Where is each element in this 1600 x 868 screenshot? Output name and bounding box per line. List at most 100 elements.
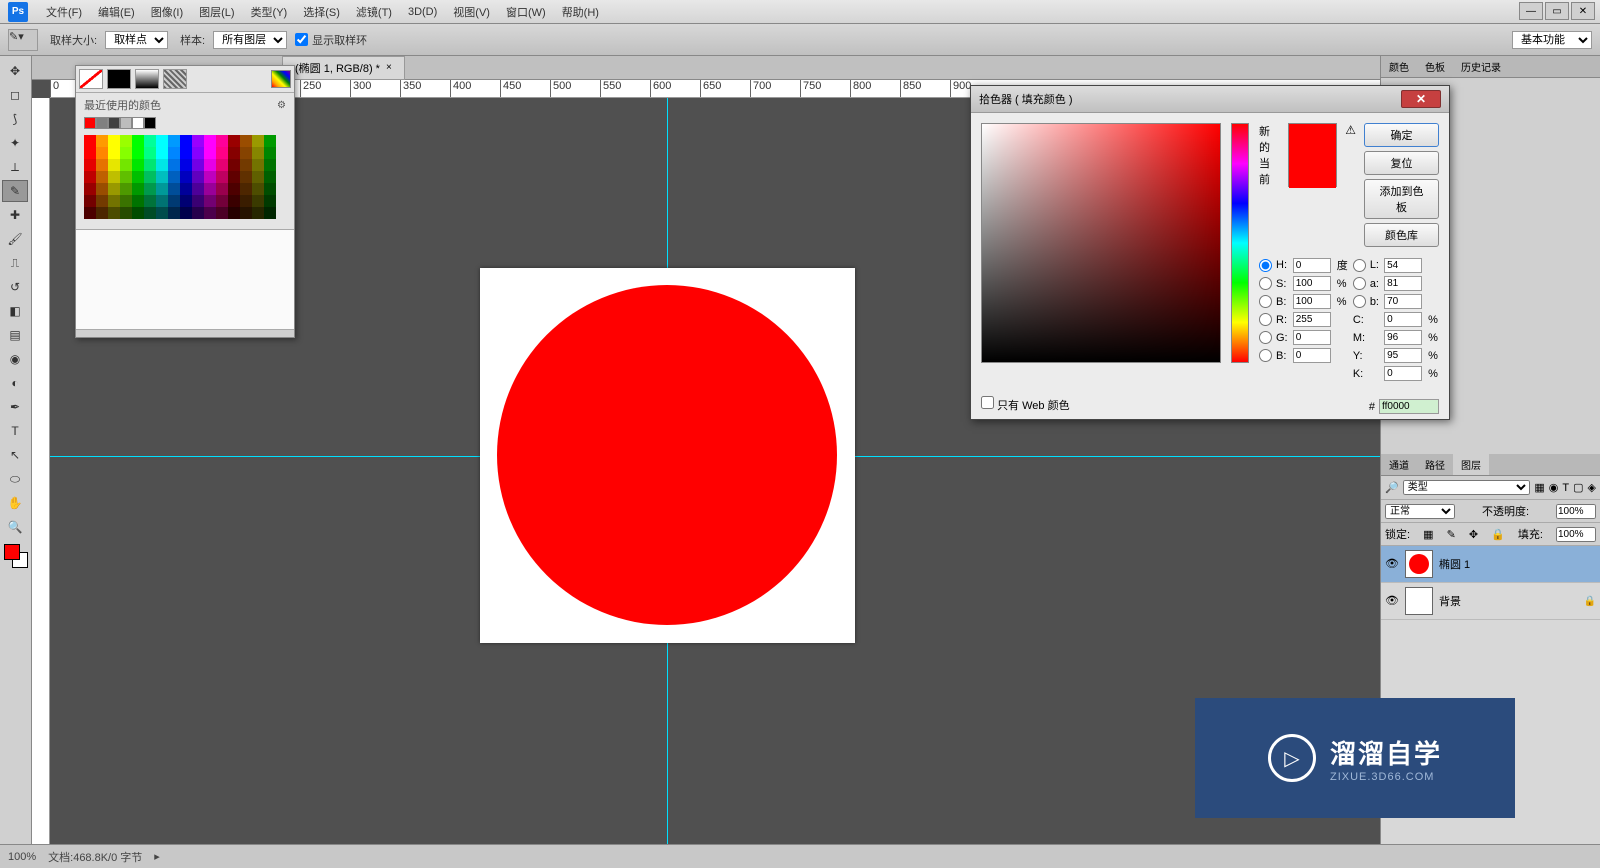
swatch[interactable]	[264, 135, 276, 147]
a-radio[interactable]	[1353, 277, 1366, 290]
swatch[interactable]	[96, 135, 108, 147]
window-minimize[interactable]: —	[1519, 2, 1543, 20]
swatch[interactable]	[120, 159, 132, 171]
show-ring-checkbox[interactable]: 显示取样环	[295, 32, 367, 48]
layer-thumbnail[interactable]	[1405, 587, 1433, 615]
color-swatches[interactable]	[2, 544, 29, 572]
swatch[interactable]	[156, 195, 168, 207]
menu-view[interactable]: 视图(V)	[445, 4, 498, 20]
reset-button[interactable]: 复位	[1364, 151, 1439, 175]
swatch[interactable]	[168, 171, 180, 183]
window-maximize[interactable]: ▭	[1545, 2, 1569, 20]
layer-item[interactable]: 👁 椭圆 1	[1381, 546, 1600, 583]
color-picker-icon[interactable]	[271, 70, 291, 88]
tab-layers[interactable]: 图层	[1453, 454, 1489, 475]
swatch[interactable]	[192, 159, 204, 171]
swatch[interactable]	[180, 195, 192, 207]
eraser-tool[interactable]: ◧	[2, 300, 28, 322]
swatch[interactable]	[180, 135, 192, 147]
pen-tool[interactable]: ✒	[2, 396, 28, 418]
swatch[interactable]	[132, 171, 144, 183]
swatch[interactable]	[108, 117, 120, 129]
menu-edit[interactable]: 编辑(E)	[90, 4, 143, 20]
tab-swatches[interactable]: 色板	[1417, 56, 1453, 77]
menu-help[interactable]: 帮助(H)	[554, 4, 607, 20]
sample-size-select[interactable]: 取样点	[105, 31, 168, 49]
a-input[interactable]	[1384, 276, 1422, 291]
layer-name[interactable]: 背景	[1439, 593, 1461, 609]
swatch[interactable]	[228, 159, 240, 171]
bch-radio[interactable]	[1353, 295, 1366, 308]
gradient-fill-button[interactable]	[135, 69, 159, 89]
swatch[interactable]	[228, 183, 240, 195]
swatch[interactable]	[96, 183, 108, 195]
history-brush-tool[interactable]: ↺	[2, 276, 28, 298]
swatch[interactable]	[180, 207, 192, 219]
swatch[interactable]	[132, 159, 144, 171]
swatch[interactable]	[144, 171, 156, 183]
chevron-right-icon[interactable]: ▸	[154, 850, 160, 863]
swatch[interactable]	[204, 171, 216, 183]
swatch[interactable]	[252, 147, 264, 159]
k-input[interactable]	[1384, 366, 1422, 381]
swatch[interactable]	[264, 183, 276, 195]
swatch[interactable]	[156, 207, 168, 219]
swatch[interactable]	[192, 183, 204, 195]
swatch[interactable]	[144, 159, 156, 171]
bch-input[interactable]	[1384, 294, 1422, 309]
visibility-icon[interactable]: 👁	[1385, 594, 1399, 608]
marquee-tool[interactable]: ◻	[2, 84, 28, 106]
swatch[interactable]	[108, 207, 120, 219]
swatch[interactable]	[120, 171, 132, 183]
swatch[interactable]	[84, 207, 96, 219]
swatch[interactable]	[120, 183, 132, 195]
menu-3d[interactable]: 3D(D)	[400, 6, 445, 18]
opacity-input[interactable]	[1556, 504, 1596, 519]
bch2-input[interactable]	[1293, 348, 1331, 363]
color-picker-dialog[interactable]: 拾色器 ( 填充颜色 ) ✕ 新的 当前 ⚠ 确定 复位 添加到色板	[970, 85, 1450, 420]
swatch[interactable]	[168, 183, 180, 195]
menu-file[interactable]: 文件(F)	[38, 4, 90, 20]
show-ring-input[interactable]	[295, 33, 308, 46]
swatch[interactable]	[228, 171, 240, 183]
color-lib-button[interactable]: 颜色库	[1364, 223, 1439, 247]
b-radio[interactable]	[1259, 295, 1272, 308]
canvas[interactable]	[480, 268, 855, 643]
swatch[interactable]	[264, 207, 276, 219]
swatch[interactable]	[96, 171, 108, 183]
wand-tool[interactable]: ✦	[2, 132, 28, 154]
swatch[interactable]	[156, 183, 168, 195]
r-radio[interactable]	[1259, 313, 1272, 326]
swatch[interactable]	[204, 195, 216, 207]
lock-pixels-icon[interactable]: ▦	[1423, 528, 1433, 541]
layer-name[interactable]: 椭圆 1	[1439, 556, 1470, 572]
color-field[interactable]	[981, 123, 1221, 363]
add-swatch-button[interactable]: 添加到色板	[1364, 179, 1439, 219]
tab-channels[interactable]: 通道	[1381, 454, 1417, 475]
swatch[interactable]	[120, 207, 132, 219]
brush-tool[interactable]: 🖌	[2, 228, 28, 250]
swatch[interactable]	[132, 135, 144, 147]
g-radio[interactable]	[1259, 331, 1272, 344]
swatch[interactable]	[192, 207, 204, 219]
swatch[interactable]	[228, 195, 240, 207]
swatch[interactable]	[108, 183, 120, 195]
swatch[interactable]	[240, 207, 252, 219]
menu-filter[interactable]: 滤镜(T)	[348, 4, 400, 20]
eyedropper-tool[interactable]: ✎	[2, 180, 28, 202]
lasso-tool[interactable]: ⟆	[2, 108, 28, 130]
swatch[interactable]	[228, 147, 240, 159]
swatch[interactable]	[120, 135, 132, 147]
swatch[interactable]	[192, 195, 204, 207]
swatch[interactable]	[216, 183, 228, 195]
swatch[interactable]	[96, 195, 108, 207]
s-radio[interactable]	[1259, 277, 1272, 290]
swatch[interactable]	[240, 171, 252, 183]
swatch[interactable]	[120, 117, 132, 129]
swatch[interactable]	[96, 117, 108, 129]
swatch[interactable]	[144, 207, 156, 219]
blur-tool[interactable]: ◉	[2, 348, 28, 370]
swatch[interactable]	[84, 159, 96, 171]
swatch[interactable]	[132, 195, 144, 207]
path-tool[interactable]: ↖	[2, 444, 28, 466]
